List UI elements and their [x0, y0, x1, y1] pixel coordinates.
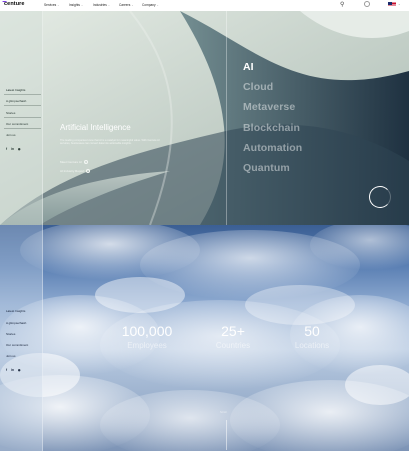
topic-metaverse[interactable]: Metaverse: [243, 101, 295, 113]
topic-cloud[interactable]: Cloud: [243, 81, 273, 93]
nav-item-careers[interactable]: Careers ⌄: [119, 3, 134, 7]
scroll-hint: Scroll: [220, 411, 227, 414]
chevron-down-icon: ⌄: [156, 3, 159, 7]
stats-sidebar: [0, 225, 43, 451]
social-links: f in ◉: [6, 147, 21, 151]
hero-description: The leading companies know that AI is a …: [60, 139, 160, 146]
topic-ai[interactable]: AI: [243, 61, 254, 73]
stat-value: 100,000: [121, 323, 173, 339]
sidebar-item-stories[interactable]: Stories: [6, 332, 15, 336]
facebook-icon[interactable]: f: [6, 368, 7, 372]
linkedin-icon[interactable]: in: [11, 147, 14, 151]
meet-ai-link[interactable]: Meet Centure AI ›: [60, 160, 88, 164]
hero-background-image: [0, 11, 409, 225]
hero-section: Latest Insights A glimpse/hash Stories O…: [0, 11, 409, 225]
nav-item-industries[interactable]: Industries ⌄: [93, 3, 110, 7]
sidebar-item-join-us[interactable]: Join us: [6, 133, 16, 137]
nav-item-company[interactable]: Company ⌄: [142, 3, 159, 7]
chevron-down-icon: ⌄: [81, 3, 84, 7]
hero-divider: [226, 11, 227, 225]
sidebar-item-latest-insights[interactable]: Latest Insights: [6, 309, 25, 313]
hero-sidebar: [0, 11, 43, 225]
sidebar-item-latest-insights[interactable]: Latest Insights: [6, 88, 25, 92]
chevron-down-icon[interactable]: ⌄: [398, 2, 401, 6]
topic-blockchain[interactable]: Blockchain: [243, 122, 300, 134]
stats-section: Latest Insights A glimpse/hash Stories O…: [0, 225, 409, 451]
facebook-icon[interactable]: f: [6, 147, 7, 151]
instagram-icon[interactable]: ◉: [18, 147, 21, 151]
sidebar-item-glimpse[interactable]: A glimpse/hash: [6, 321, 26, 325]
nav-item-services[interactable]: Services ⌄: [44, 3, 59, 7]
sidebar-item-glimpse[interactable]: A glimpse/hash: [6, 99, 26, 103]
stat-value: 25+: [221, 323, 245, 339]
clouds-background-image: [0, 225, 409, 451]
carousel-progress-ring-icon[interactable]: [369, 186, 391, 208]
stat-label: Countries: [215, 341, 251, 350]
linkedin-icon[interactable]: in: [11, 368, 14, 372]
nav-item-insights[interactable]: Insights ⌄: [69, 3, 83, 7]
topic-automation[interactable]: Automation: [243, 142, 302, 154]
stat-label: Employees: [127, 341, 167, 350]
search-icon[interactable]: ⚲: [340, 1, 344, 8]
logo[interactable]: centure: [4, 1, 25, 7]
sidebar-item-stories[interactable]: Stories: [6, 111, 15, 115]
chevron-down-icon: ⌄: [107, 3, 111, 7]
sidebar-item-commitment[interactable]: Our commitment: [6, 343, 28, 347]
scroll-indicator-line: [226, 420, 227, 450]
stat-locations: 50 Locations: [288, 323, 336, 350]
arrow-right-icon: ›: [83, 160, 88, 164]
stat-label: Locations: [294, 341, 330, 350]
chevron-down-icon: ⌄: [57, 3, 60, 7]
stat-countries: 25+ Countries: [208, 323, 258, 350]
stat-employees: 100,000 Employees: [118, 323, 176, 350]
sidebar-item-commitment[interactable]: Our commitment: [6, 122, 28, 126]
stat-value: 50: [304, 323, 320, 339]
sidebar-item-join-us[interactable]: Join us: [6, 354, 16, 358]
hero-title: Artificial Intelligence: [60, 123, 131, 132]
social-links: f in ◉: [6, 368, 21, 372]
arrow-right-icon: ›: [86, 169, 91, 173]
instagram-icon[interactable]: ◉: [18, 368, 21, 372]
ai-report-link[interactable]: AI Industry Report ›: [60, 169, 91, 173]
us-flag-icon[interactable]: [388, 2, 396, 7]
top-navigation: centure Services ⌄ Insights ⌄ Industries ⌄ …: [0, 0, 409, 11]
chevron-down-icon: ⌄: [131, 3, 134, 7]
globe-icon[interactable]: [364, 1, 370, 7]
topic-quantum[interactable]: Quantum: [243, 162, 290, 174]
